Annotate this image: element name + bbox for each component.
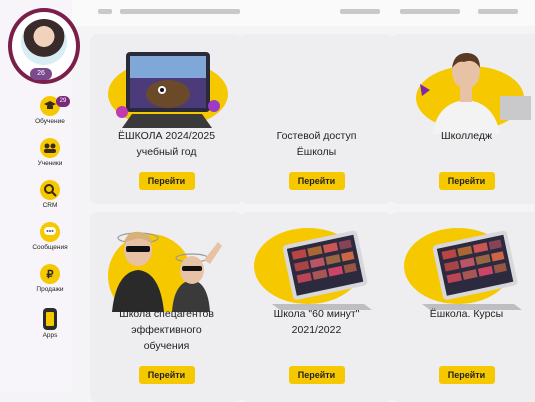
card-title: ЁШКОЛА 2024/2025 (117, 130, 216, 142)
course-card: ЁШКОЛА 2024/2025 учебный год Перейти (90, 34, 243, 204)
nav-label: Apps (42, 332, 58, 339)
nav-label: Продажи (36, 286, 64, 293)
card-title: обучения (143, 340, 190, 352)
nav-item-crm[interactable]: CRM (28, 180, 72, 209)
magnifier-icon (40, 180, 60, 200)
nav-label: Ученики (37, 160, 63, 167)
card-title: учебный год (136, 146, 197, 158)
nav-label: Обучение (35, 118, 65, 125)
avatar-badge: 26 (30, 68, 52, 80)
toolbar-fragment (400, 9, 460, 14)
go-button[interactable]: Перейти (138, 172, 195, 190)
graduation-cap-icon: 29 (40, 96, 70, 116)
card-title: Ёшкола. Курсы (429, 308, 504, 320)
course-card: Школледж Перейти (390, 34, 535, 204)
nav-label: Сообщения (32, 244, 68, 251)
go-button[interactable]: Перейти (438, 366, 495, 384)
go-button[interactable]: Перейти (138, 366, 195, 384)
go-button[interactable]: Перейти (438, 172, 495, 190)
card-title: Школа спецагентов (119, 308, 214, 320)
card-title: Ёшколы (296, 146, 337, 158)
card-title: Школа "60 минут" (273, 308, 360, 320)
chat-bubble-icon (40, 222, 60, 242)
card-illustration (402, 42, 534, 134)
sidebar: 26 29 Обучение Ученики CRM Сообщения ₽ П… (0, 0, 80, 392)
card-title: Гостевой доступ (276, 130, 357, 142)
toolbar-fragment (120, 9, 240, 14)
avatar-image (21, 19, 67, 65)
card-illustration (102, 42, 231, 134)
card-illustration (402, 220, 531, 312)
toolbar-fragment (478, 9, 518, 14)
toolbar-fragment (340, 9, 380, 14)
nav-label: CRM (42, 202, 58, 209)
phone-icon (43, 308, 57, 330)
nav-item-sales[interactable]: ₽ Продажи (28, 264, 72, 293)
course-card: Школа "60 минут" 2021/2022 Перейти (240, 212, 393, 402)
card-title: эффективного (131, 324, 202, 336)
go-button[interactable]: Перейти (288, 366, 345, 384)
nav-item-messages[interactable]: Сообщения (28, 222, 72, 251)
card-title: Школледж (441, 130, 492, 142)
card-title: 2021/2022 (291, 324, 342, 336)
nav-item-students[interactable]: Ученики (28, 138, 72, 167)
students-icon (40, 138, 60, 158)
course-card: Школа спецагентов эффективного обучения … (90, 212, 243, 402)
nav-item-apps[interactable]: Apps (28, 308, 72, 339)
learning-badge: 29 (56, 96, 70, 107)
nav-item-learning[interactable]: 29 Обучение (28, 96, 72, 125)
toolbar-fragment (98, 9, 112, 14)
card-illustration (102, 220, 231, 318)
ruble-icon: ₽ (40, 264, 60, 284)
course-card: Ёшкола. Курсы Перейти (390, 212, 535, 402)
top-bar (0, 0, 535, 26)
card-illustration (252, 220, 381, 312)
go-button[interactable]: Перейти (288, 172, 345, 190)
course-card: Гостевой доступ Ёшколы Перейти (240, 34, 393, 204)
